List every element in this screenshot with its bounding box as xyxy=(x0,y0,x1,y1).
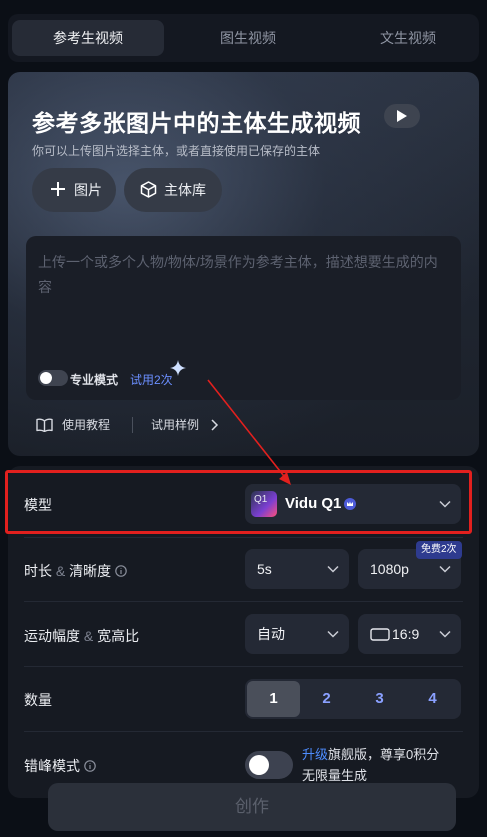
row-divider xyxy=(24,537,463,538)
pro-mode-toggle[interactable] xyxy=(38,370,68,386)
resolution-label: 清晰度 xyxy=(69,563,112,579)
quantity-option-3[interactable]: 3 xyxy=(353,681,406,717)
mode-tabs: 参考生视频 图生视频 文生视频 xyxy=(8,14,479,62)
offpeak-toggle[interactable] xyxy=(245,751,293,779)
chevron-down-icon xyxy=(439,565,451,573)
free-trial-badge: 免费2次 xyxy=(416,541,462,559)
chevron-down-icon xyxy=(327,565,339,573)
sparkle-icon xyxy=(170,360,186,376)
tab-reference-video[interactable]: 参考生视频 xyxy=(12,20,164,56)
trial-count-label: 试用2次 xyxy=(130,373,173,387)
create-button[interactable]: 创作 xyxy=(48,783,456,831)
examples-link[interactable]: 试用样例 xyxy=(151,416,219,433)
ampersand: & xyxy=(55,563,66,579)
upgrade-text-block: 升级旗舰版，尊享0积分 无限量生成 xyxy=(302,744,482,786)
add-image-button[interactable]: 图片 xyxy=(32,168,116,212)
resolution-value: 1080p xyxy=(370,561,409,577)
row-divider xyxy=(24,731,463,732)
prompt-input[interactable]: 上传一个或多个人物/物体/场景作为参考主体，描述想要生成的内容 专业模式 试用2… xyxy=(26,236,461,400)
info-icon[interactable] xyxy=(115,565,127,577)
subject-library-label: 主体库 xyxy=(164,182,206,198)
duration-value: 5s xyxy=(257,561,272,577)
play-icon xyxy=(397,110,407,122)
examples-label: 试用样例 xyxy=(151,418,200,432)
upgrade-text: 旗舰版，尊享0积分 xyxy=(328,747,440,762)
offpeak-label-group: 错峰模式 xyxy=(24,756,96,776)
motion-select[interactable]: 自动 xyxy=(245,614,349,654)
toggle-knob xyxy=(40,372,52,384)
hero-title: 参考多张图片中的主体生成视频 xyxy=(32,110,361,136)
quantity-option-4[interactable]: 4 xyxy=(406,681,459,717)
chevron-right-icon xyxy=(211,419,219,431)
upgrade-link[interactable]: 升级 xyxy=(302,747,328,762)
subject-library-button[interactable]: 主体库 xyxy=(124,168,222,212)
model-row-highlight xyxy=(5,470,472,534)
motion-label: 运动幅度 xyxy=(24,628,80,644)
aspect-ratio-icon xyxy=(370,628,390,641)
upgrade-text-line2: 无限量生成 xyxy=(302,768,368,783)
pro-mode-label: 专业模式 xyxy=(70,373,119,387)
tab-image-to-video[interactable]: 图生视频 xyxy=(172,20,324,56)
row-divider xyxy=(24,666,463,667)
quantity-option-2[interactable]: 2 xyxy=(300,681,353,717)
footer-divider xyxy=(132,417,133,433)
motion-aspect-label: 运动幅度 & 宽高比 xyxy=(24,626,139,646)
toggle-knob xyxy=(249,755,269,775)
tutorial-label: 使用教程 xyxy=(62,418,111,432)
add-image-label: 图片 xyxy=(74,182,102,198)
aspect-value: 16:9 xyxy=(392,626,420,642)
chevron-down-icon xyxy=(327,630,339,638)
quantity-option-1[interactable]: 1 xyxy=(247,681,300,717)
quantity-label: 数量 xyxy=(24,692,52,708)
row-divider xyxy=(24,601,463,602)
cube-icon xyxy=(140,181,157,198)
duration-select[interactable]: 5s xyxy=(245,549,349,589)
play-demo-button[interactable] xyxy=(384,104,420,128)
duration-label: 时长 xyxy=(24,563,52,579)
tab-text-to-video[interactable]: 文生视频 xyxy=(332,20,484,56)
motion-value: 自动 xyxy=(257,626,285,642)
ampersand: & xyxy=(83,628,94,644)
book-icon xyxy=(36,418,53,432)
duration-resolution-label: 时长 & 清晰度 xyxy=(24,561,127,581)
prompt-placeholder: 上传一个或多个人物/物体/场景作为参考主体，描述想要生成的内容 xyxy=(38,254,438,295)
hero-subtitle: 你可以上传图片选择主体，或者直接使用已保存的主体 xyxy=(32,144,321,158)
plus-icon xyxy=(51,182,65,196)
offpeak-label: 错峰模式 xyxy=(24,758,80,774)
aspect-select[interactable]: 16:9 xyxy=(358,614,461,654)
reference-hero-card: 参考多张图片中的主体生成视频 你可以上传图片选择主体，或者直接使用已保存的主体 … xyxy=(8,72,479,456)
info-icon[interactable] xyxy=(84,760,96,772)
quantity-selector: 1 2 3 4 xyxy=(245,679,461,719)
chevron-down-icon xyxy=(439,630,451,638)
aspect-label: 宽高比 xyxy=(97,628,140,644)
